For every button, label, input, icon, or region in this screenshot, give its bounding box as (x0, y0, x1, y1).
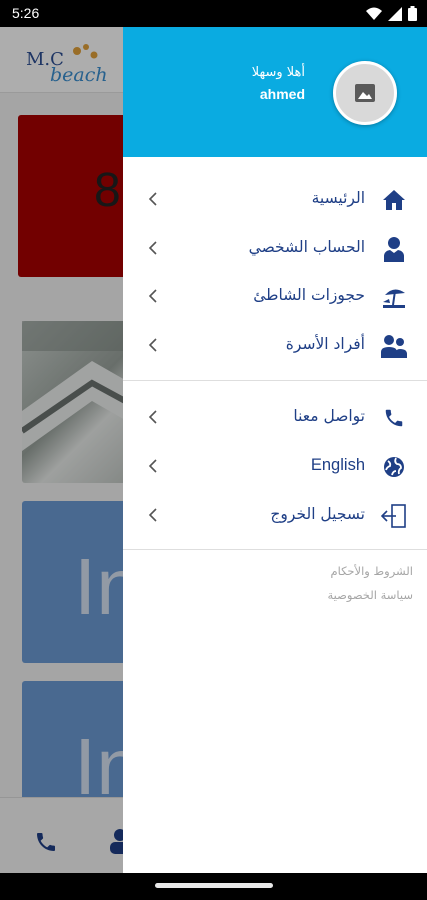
status-icons (366, 6, 417, 21)
chevron-left-icon (148, 241, 157, 255)
terms-link[interactable]: الشروط والأحكام (330, 564, 413, 578)
menu-item-logout[interactable]: تسجيل الخروج (123, 493, 427, 541)
privacy-policy-link[interactable]: سياسة الخصوصية (327, 588, 413, 602)
menu-item-contact-us[interactable]: تواصل معنا (123, 395, 427, 443)
menu-label-contact-us: تواصل معنا (293, 407, 365, 425)
menu-label-profile: الحساب الشخصي (248, 238, 365, 256)
drawer-header: أهلا وسهلا ahmed (123, 27, 427, 157)
menu-label-logout: تسجيل الخروج (270, 505, 365, 523)
status-bar: 5:26 (0, 0, 427, 27)
battery-icon (408, 6, 417, 21)
home-gesture-pill[interactable] (155, 883, 273, 888)
status-time: 5:26 (12, 5, 40, 21)
chevron-left-icon (148, 459, 157, 473)
menu-label-family-members: أفراد الأسرة (285, 335, 365, 353)
menu-label-language: English (310, 456, 365, 474)
chevron-left-icon (148, 338, 157, 352)
menu-item-language[interactable]: English (123, 444, 427, 492)
home-icon (381, 187, 407, 213)
system-navigation-bar (0, 873, 427, 900)
image-placeholder-icon (355, 84, 375, 102)
beach-umbrella-icon (381, 284, 407, 310)
family-icon (381, 333, 407, 359)
chevron-left-icon (148, 410, 157, 424)
menu-item-family-members[interactable]: أفراد الأسرة (123, 323, 427, 371)
wifi-icon (366, 7, 382, 20)
menu-item-home[interactable]: الرئيسية (123, 177, 427, 225)
menu-item-beach-bookings[interactable]: حجوزات الشاطئ (123, 274, 427, 322)
footer-divider (123, 549, 427, 550)
globe-icon (381, 454, 407, 480)
user-icon (381, 236, 407, 262)
app-screen: M.C beach 8 In In أهلا وسهلا ahmed الرئي… (0, 27, 427, 873)
menu-label-beach-bookings: حجوزات الشاطئ (253, 286, 365, 304)
chevron-left-icon (148, 508, 157, 522)
phone-icon (381, 405, 407, 431)
menu-item-profile[interactable]: الحساب الشخصي (123, 226, 427, 274)
user-name: ahmed (259, 86, 305, 102)
avatar[interactable] (333, 61, 397, 125)
greeting-text: أهلا وسهلا (251, 65, 305, 80)
chevron-left-icon (148, 289, 157, 303)
logout-icon (381, 503, 407, 529)
menu-divider (123, 380, 427, 381)
signal-icon (388, 6, 402, 21)
menu-label-home: الرئيسية (311, 189, 365, 207)
chevron-left-icon (148, 192, 157, 206)
navigation-drawer: أهلا وسهلا ahmed الرئيسية الحساب الشخصي … (123, 27, 427, 873)
